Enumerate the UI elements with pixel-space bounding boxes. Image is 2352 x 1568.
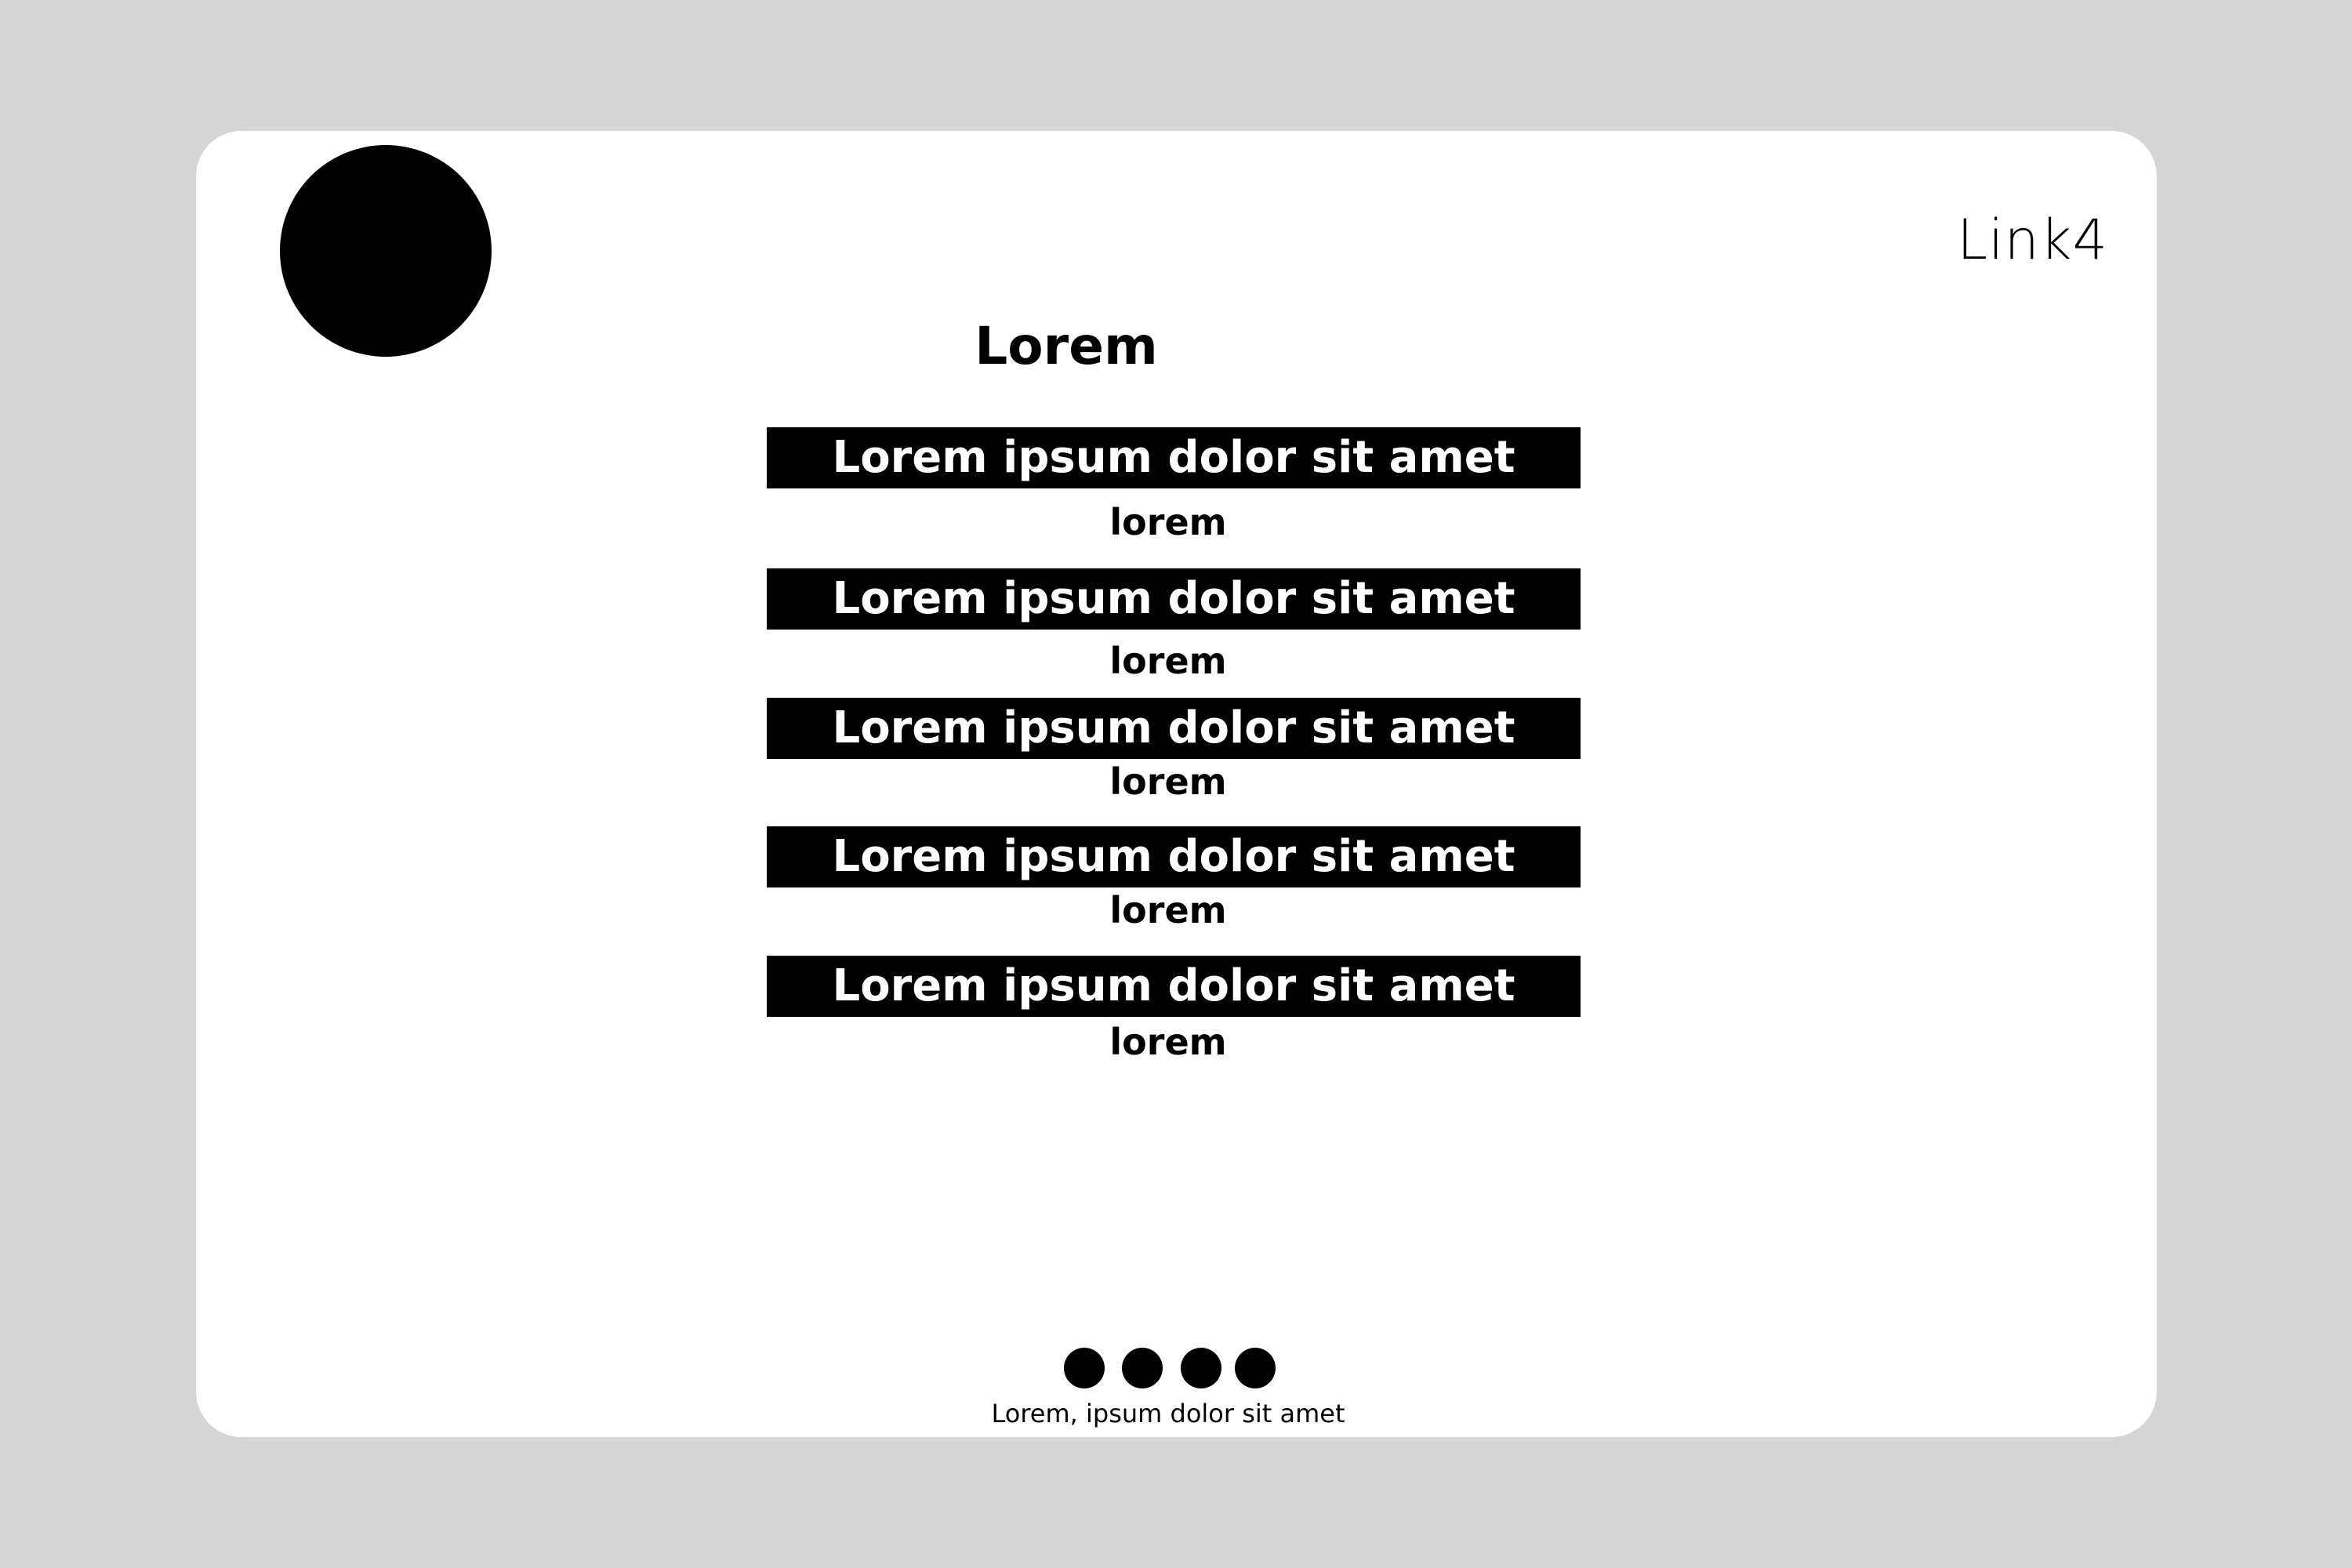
list-item-subtitle: lorem [1109, 501, 1227, 543]
list-item-subtitle: lorem [1109, 760, 1227, 803]
social-icon[interactable] [1235, 1348, 1276, 1388]
list-item-title[interactable]: Lorem ipsum dolor sit amet [767, 956, 1581, 1017]
list-item-subtitle: lorem [1109, 1021, 1227, 1063]
list-item-title[interactable]: Lorem ipsum dolor sit amet [767, 427, 1581, 488]
footer-text: Lorem, ipsum dolor sit amet [991, 1399, 1345, 1428]
list-item-title[interactable]: Lorem ipsum dolor sit amet [767, 568, 1581, 630]
list-item-title[interactable]: Lorem ipsum dolor sit amet [767, 698, 1581, 759]
social-icon[interactable] [1122, 1348, 1163, 1388]
social-icon[interactable] [1064, 1348, 1105, 1388]
list-item-title[interactable]: Lorem ipsum dolor sit amet [767, 826, 1581, 887]
list-item-subtitle: lorem [1109, 889, 1227, 931]
nav-link-4[interactable]: Link4 [1957, 208, 2108, 272]
social-icon[interactable] [1181, 1348, 1221, 1388]
main-card: Link4 Lorem Lorem ipsum dolor sit amet l… [196, 131, 2157, 1437]
list-item-subtitle: lorem [1109, 640, 1227, 682]
social-icons [1064, 1348, 1276, 1388]
page-heading: Lorem [975, 316, 1158, 376]
